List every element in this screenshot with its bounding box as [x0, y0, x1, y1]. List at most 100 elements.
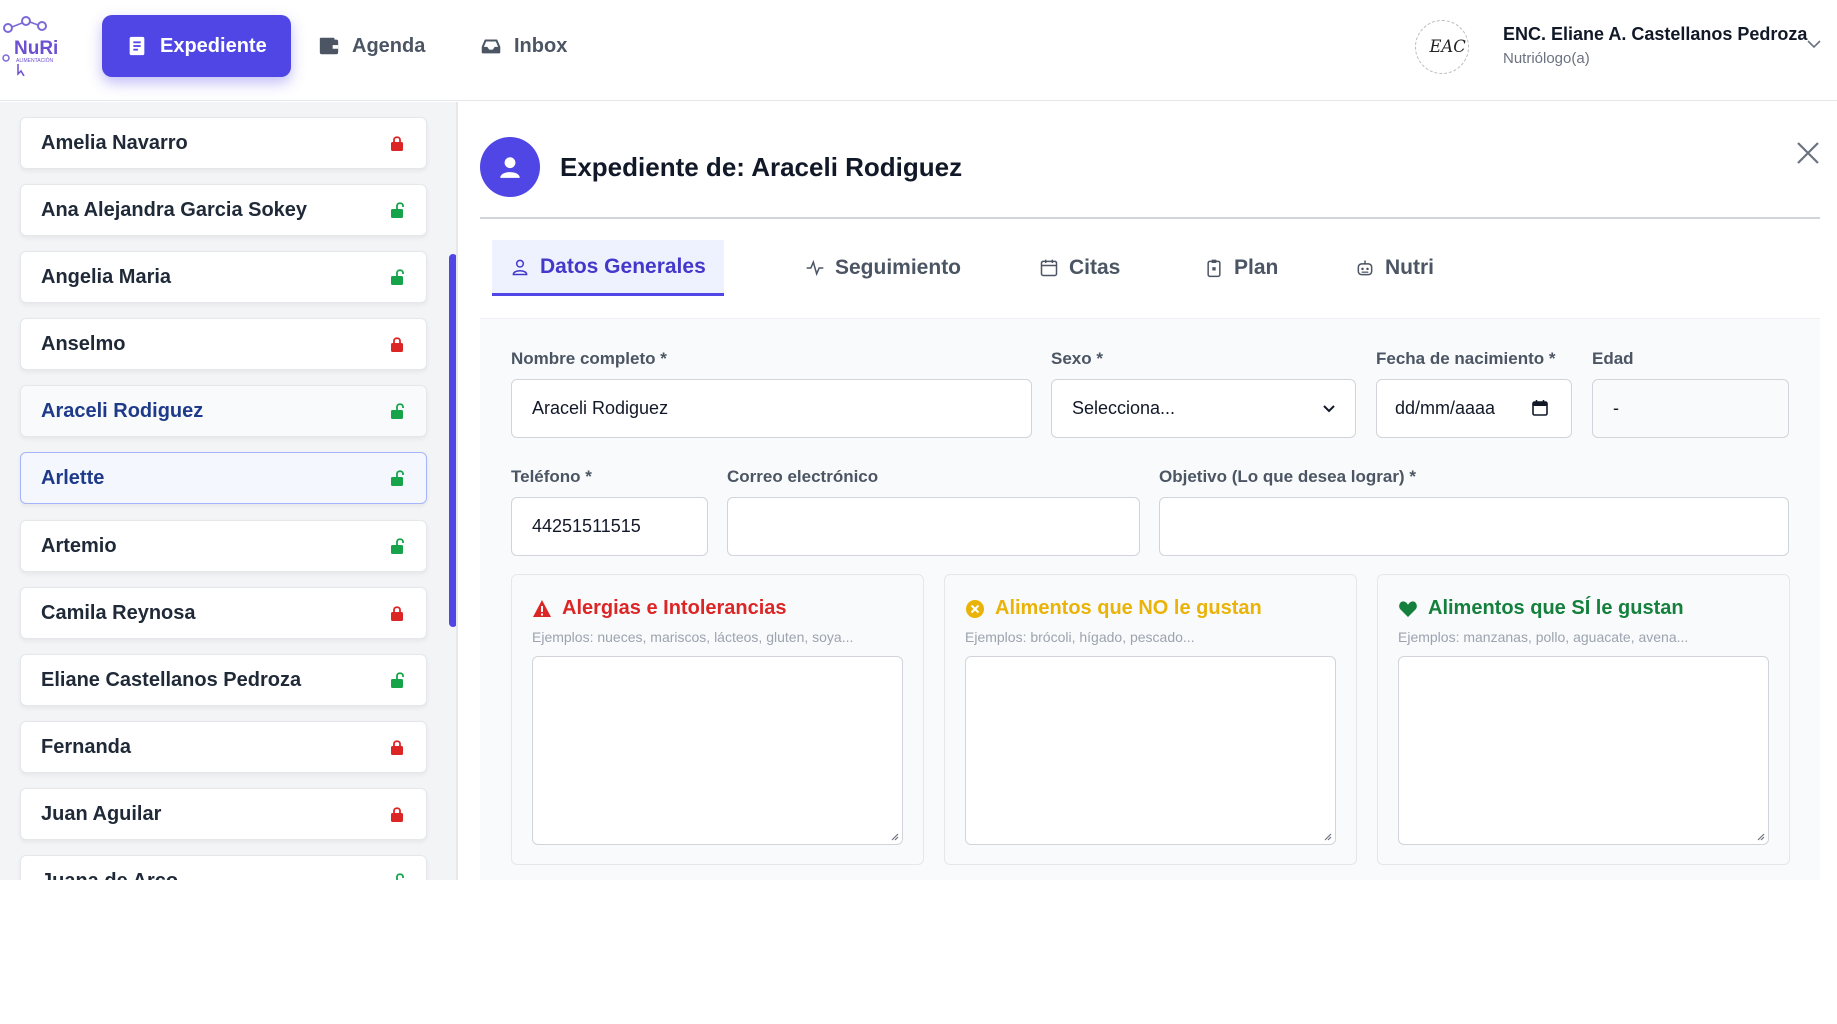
patient-row[interactable]: Arlette: [20, 452, 427, 504]
inbox-icon: [481, 39, 501, 54]
patient-name: Eliane Castellanos Pedroza: [41, 668, 302, 691]
user-icon: [500, 157, 520, 178]
logo-subtext: ALIMENTACIÓN: [16, 57, 54, 64]
nuri-logo[interactable]: NuRi ALIMENTACIÓN: [0, 14, 62, 76]
activity-icon: [806, 259, 824, 277]
nav-inbox-label: Inbox: [514, 34, 568, 57]
resize-handle-icon[interactable]: [1322, 831, 1332, 841]
no-gustan-title-text: Alimentos que NO le gustan: [995, 597, 1262, 619]
tab-label: Seguimiento: [835, 256, 962, 279]
alergias-hint: Ejemplos: nueces, mariscos, lácteos, glu…: [532, 629, 854, 645]
lock-icon[interactable]: [388, 805, 406, 823]
document-icon: [129, 36, 145, 56]
unlock-icon[interactable]: [388, 268, 406, 286]
patient-name: Amelia Navarro: [41, 131, 188, 154]
resize-handle-icon[interactable]: [1755, 831, 1765, 841]
close-icon[interactable]: [1793, 138, 1823, 168]
alergias-title: Alergias e Intolerancias: [532, 597, 787, 620]
user-name[interactable]: ENC. Eliane A. Castellanos Pedroza: [1503, 24, 1807, 45]
patient-row[interactable]: Artemio: [20, 520, 427, 572]
sexo-select[interactable]: Selecciona...: [1051, 379, 1356, 438]
objetivo-input[interactable]: [1159, 497, 1789, 556]
tab-citas[interactable]: Citas: [1021, 240, 1138, 296]
patient-row[interactable]: Juana de Arco: [20, 855, 427, 880]
heart-icon: [1399, 600, 1417, 617]
chevron-down-icon: [1323, 405, 1335, 413]
patient-row[interactable]: Fernanda: [20, 721, 427, 773]
telefono-input[interactable]: 44251511515: [511, 497, 708, 556]
patient-name: Juana de Arco: [41, 870, 388, 881]
resize-handle-icon[interactable]: [889, 831, 899, 841]
lock-icon[interactable]: [388, 134, 406, 152]
lock-icon[interactable]: [388, 335, 406, 353]
si-gustan-title: Alimentos que SÍ le gustan: [1398, 597, 1684, 620]
fecha-input[interactable]: dd/mm/aaaa: [1376, 379, 1572, 438]
avatar-initials: EAC: [1428, 37, 1466, 56]
nav-expediente[interactable]: Expediente: [102, 15, 291, 77]
nombre-label: Nombre completo *: [511, 349, 667, 368]
unlock-icon[interactable]: [388, 872, 406, 880]
patient-avatar: [480, 137, 540, 197]
patient-row[interactable]: Camila Reynosa: [20, 587, 427, 639]
edad-input: -: [1592, 379, 1789, 438]
patient-row[interactable]: Angelia Maria: [20, 251, 427, 303]
tab-label: Citas: [1069, 256, 1121, 279]
tab-datos-generales[interactable]: Datos Generales: [492, 240, 724, 296]
patient-name: Artemio: [41, 534, 117, 557]
nav-inbox[interactable]: Inbox: [456, 15, 591, 77]
tab-nutri[interactable]: Nutri: [1337, 240, 1452, 296]
patient-name: Camila Reynosa: [41, 601, 196, 624]
unlock-icon[interactable]: [388, 671, 406, 689]
nav-agenda-label: Agenda: [352, 34, 426, 57]
patient-row[interactable]: Araceli Rodiguez: [20, 385, 427, 437]
sidebar-scrollbar[interactable]: [449, 254, 456, 627]
si-gustan-card: Alimentos que SÍ le gustan Ejemplos: man…: [1377, 574, 1790, 865]
correo-input[interactable]: [727, 497, 1140, 556]
si-gustan-hint: Ejemplos: manzanas, pollo, aguacate, ave…: [1398, 629, 1689, 645]
nombre-value: Araceli Rodiguez: [532, 398, 669, 418]
no-gustan-card: Alimentos que NO le gustan Ejemplos: bró…: [944, 574, 1357, 865]
patient-row[interactable]: Eliane Castellanos Pedroza: [20, 654, 427, 706]
tab-plan[interactable]: Plan: [1186, 240, 1296, 296]
calendar-icon: [1040, 259, 1058, 277]
patient-row[interactable]: Anselmo: [20, 318, 427, 370]
patient-row[interactable]: Juan Aguilar: [20, 788, 427, 840]
wallet-icon: [319, 37, 339, 55]
unlock-icon[interactable]: [388, 537, 406, 555]
patient-name: Fernanda: [41, 735, 132, 758]
logo-text: NuRi: [14, 38, 58, 59]
patient-name: Angelia Maria: [41, 265, 172, 288]
record-title: Expediente de: Araceli Rodiguez: [560, 152, 963, 182]
user-avatar[interactable]: EAC: [1415, 20, 1469, 74]
unlock-icon[interactable]: [388, 201, 406, 219]
patient-row[interactable]: Amelia Navarro: [20, 117, 427, 169]
alergias-card: Alergias e Intolerancias Ejemplos: nuece…: [511, 574, 924, 865]
nombre-input[interactable]: Araceli Rodiguez: [511, 379, 1032, 438]
edad-value: -: [1613, 398, 1619, 418]
fecha-label: Fecha de nacimiento *: [1376, 349, 1556, 368]
tab-label: Nutri: [1385, 256, 1434, 279]
lock-icon[interactable]: [388, 738, 406, 756]
lock-icon[interactable]: [388, 604, 406, 622]
unlock-icon[interactable]: [388, 402, 406, 420]
patient-name: Arlette: [41, 466, 105, 489]
user-icon: [512, 259, 528, 275]
chevron-down-icon[interactable]: [1806, 36, 1822, 52]
calendar-icon[interactable]: [1531, 399, 1549, 417]
correo-label: Correo electrónico: [727, 467, 879, 486]
clipboard-icon: [1207, 259, 1221, 278]
x-circle-icon: [966, 599, 984, 618]
unlock-icon[interactable]: [388, 469, 406, 487]
patient-row[interactable]: Ana Alejandra Garcia Sokey: [20, 184, 427, 236]
nav-expediente-label: Expediente: [160, 34, 267, 57]
tab-label: Datos Generales: [540, 254, 706, 278]
top-bar: NuRi ALIMENTACIÓN Expediente Agenda Inbo…: [0, 0, 1837, 101]
si-gustan-title-text: Alimentos que SÍ le gustan: [1428, 597, 1684, 619]
si-gustan-textarea[interactable]: [1398, 656, 1769, 845]
patient-record-panel: Expediente de: Araceli Rodiguez Datos Ge…: [460, 116, 1837, 880]
no-gustan-textarea[interactable]: [965, 656, 1336, 845]
tab-seguimiento[interactable]: Seguimiento: [787, 240, 979, 296]
patient-name: Anselmo: [41, 332, 126, 355]
nav-agenda[interactable]: Agenda: [294, 15, 449, 77]
alergias-textarea[interactable]: [532, 656, 903, 845]
